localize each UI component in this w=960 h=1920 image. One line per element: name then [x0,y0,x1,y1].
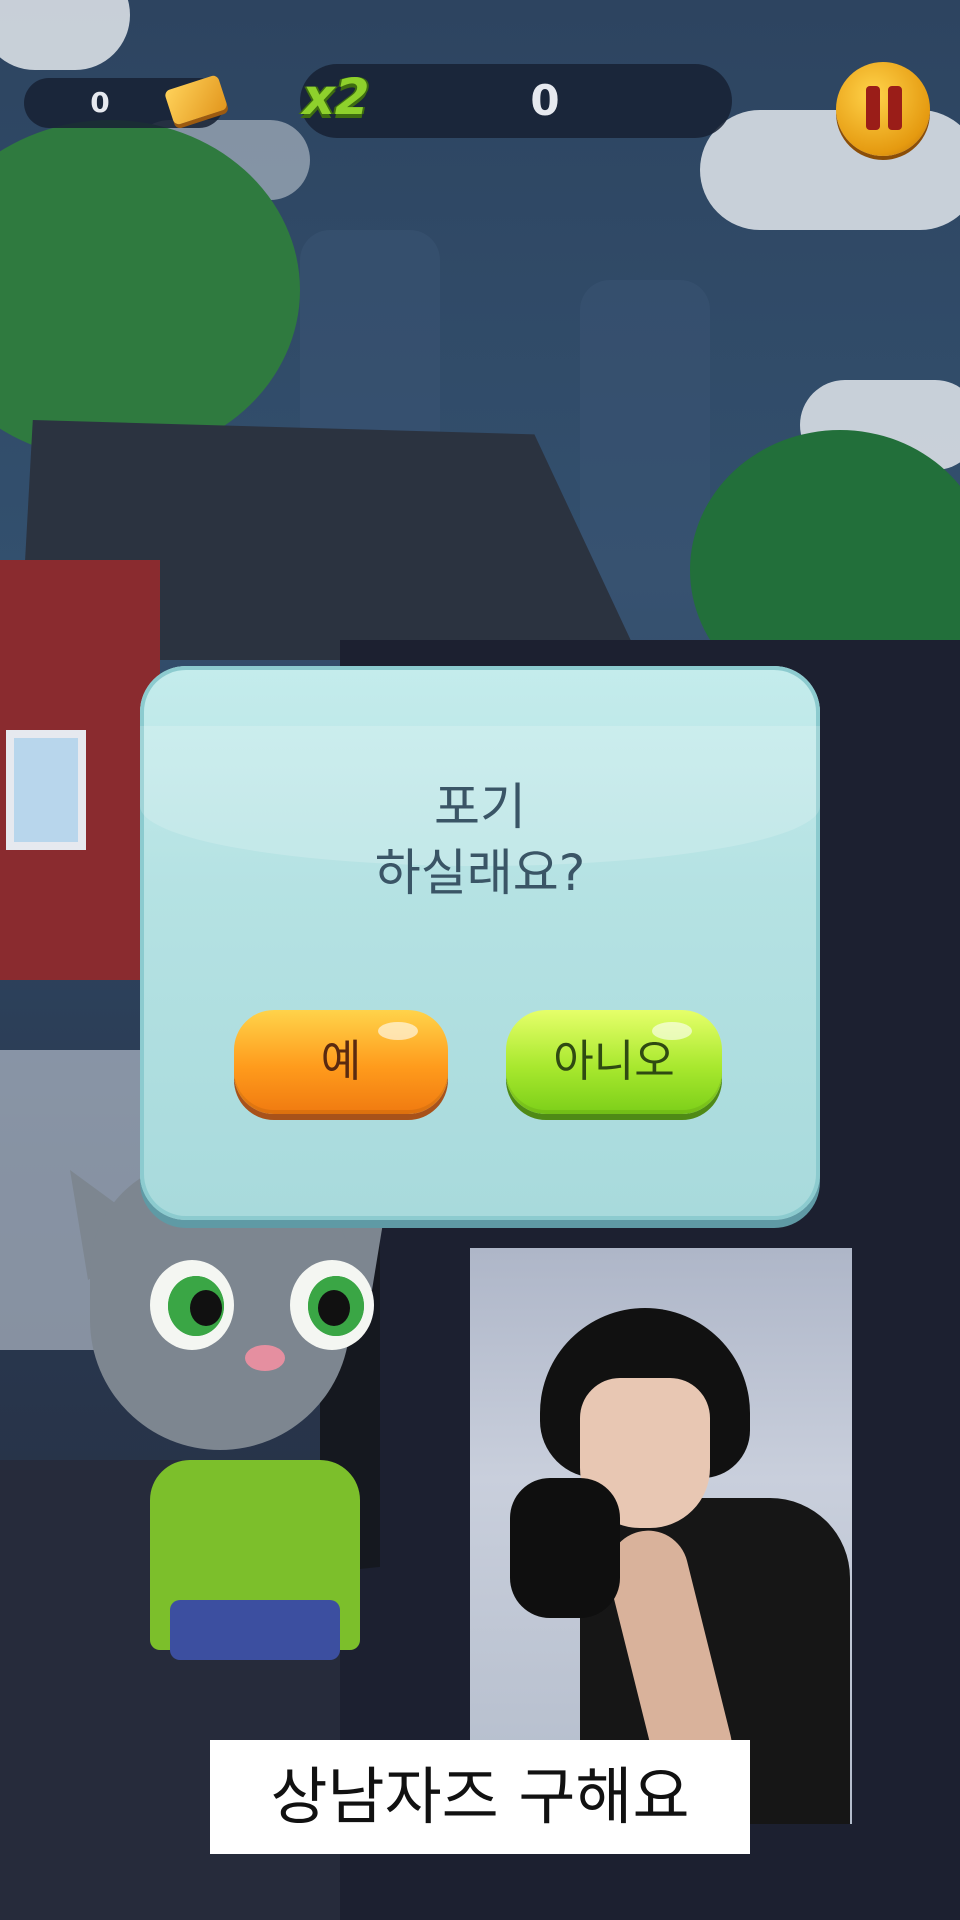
dialog-title: 포기 하실래요? [140,774,820,906]
cat-pupil [190,1290,222,1326]
pause-icon-bar [888,86,902,130]
pause-icon-bar [866,86,880,130]
yes-button-label: 예 [320,1036,362,1087]
cat-pupil [318,1290,350,1326]
caption-box: 상남자즈 구해요 [210,1740,750,1854]
button-gloss [652,1022,692,1040]
dialog-title-line: 하실래요? [374,844,586,902]
cat-nose [245,1345,285,1371]
cloud [0,0,130,70]
photo-person-glove [510,1478,620,1618]
caption-text: 상남자즈 구해요 [270,1760,690,1833]
dialog-title-line: 포기 [434,778,526,836]
cat-pants [170,1600,340,1660]
no-button-label: 아니오 [553,1036,675,1087]
quit-dialog: 포기 하실래요? 예 아니오 [140,666,820,1220]
overlay-photo [470,1248,852,1824]
house-window [6,730,86,850]
score-value: 0 [530,76,560,125]
button-gloss [378,1022,418,1040]
coin-count: 0 [90,86,110,119]
yes-button[interactable]: 예 [234,1010,448,1114]
score-multiplier: x2 [302,68,370,126]
no-button[interactable]: 아니오 [506,1010,722,1114]
pause-button[interactable] [836,62,930,156]
